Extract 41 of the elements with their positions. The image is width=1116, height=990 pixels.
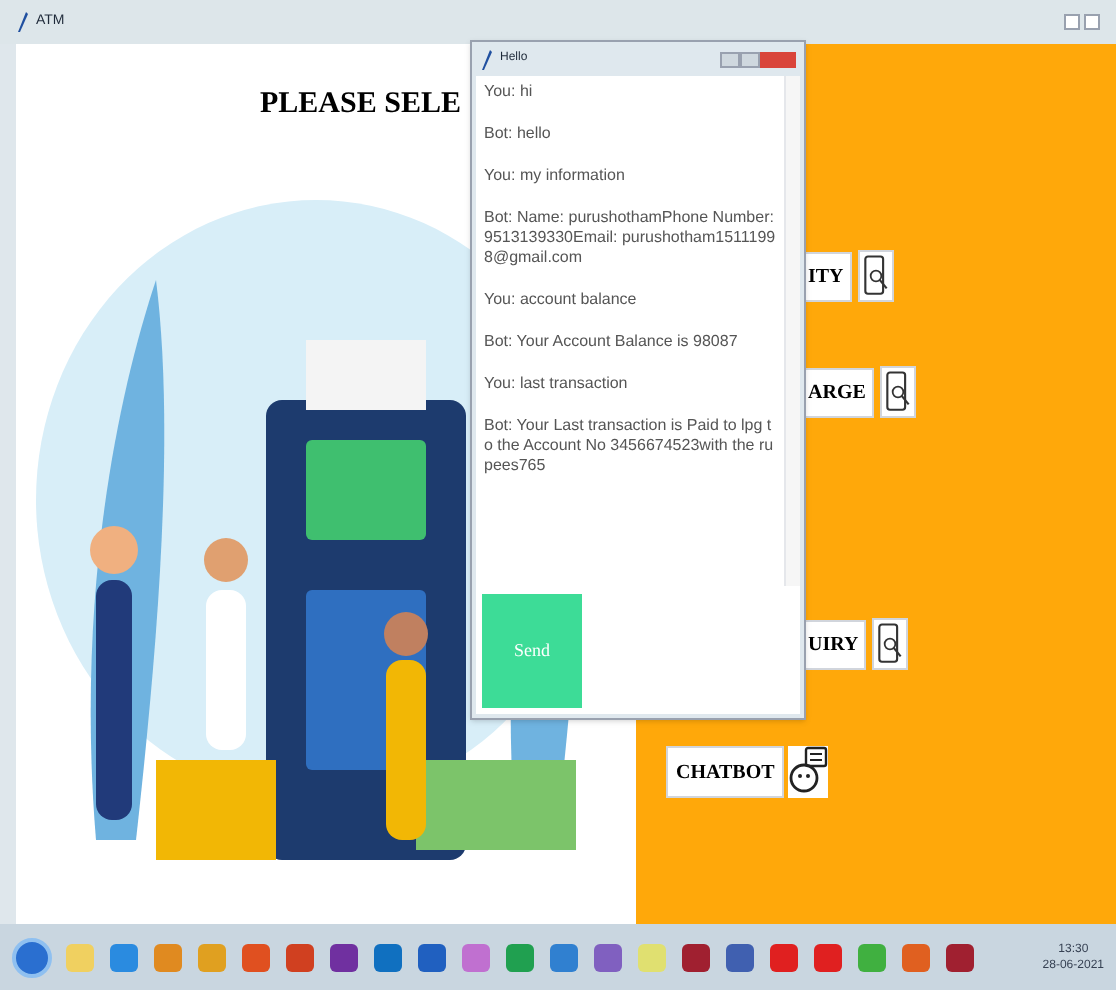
app-icon[interactable] xyxy=(680,939,712,975)
close-button[interactable] xyxy=(760,51,796,67)
chat-message: Bot: Your Last transaction is Paid to lpg to the Account No 3456674523with the rupees765 xyxy=(484,416,776,476)
phone-search-icon[interactable] xyxy=(879,366,916,418)
chat-message: Bot: hello xyxy=(484,124,553,144)
phone-search-icon[interactable] xyxy=(857,250,894,302)
maximize-button[interactable] xyxy=(740,51,760,67)
phone-search-icon[interactable] xyxy=(872,618,909,670)
app-icon[interactable] xyxy=(812,939,844,975)
robot-chat-icon[interactable] xyxy=(788,746,829,798)
app-icon[interactable] xyxy=(724,939,756,975)
app-icon[interactable] xyxy=(504,939,536,975)
feather-icon xyxy=(16,12,28,32)
option-button[interactable]: ARGE xyxy=(804,367,874,417)
chat-message: You: my information xyxy=(484,166,627,186)
chat-message: You: last transaction xyxy=(484,374,630,394)
app-icon[interactable] xyxy=(240,939,272,975)
minimize-button[interactable] xyxy=(720,51,740,67)
maximize-button[interactable] xyxy=(1084,14,1100,30)
chat-message: You: hi xyxy=(484,82,535,102)
option-button[interactable]: ITY xyxy=(804,251,852,301)
chat-message: Bot: Your Account Balance is 98087 xyxy=(484,332,740,352)
app-icon[interactable] xyxy=(372,939,404,975)
app-icon[interactable] xyxy=(768,939,800,975)
app-icon[interactable] xyxy=(592,939,624,975)
scrollbar[interactable] xyxy=(784,76,800,586)
app-icon[interactable] xyxy=(944,939,976,975)
app-icon[interactable] xyxy=(108,939,140,975)
minimize-button[interactable] xyxy=(1064,14,1080,30)
chatbot-button[interactable]: CHATBOT xyxy=(666,746,785,798)
app-icon[interactable] xyxy=(548,939,580,975)
option-button[interactable]: UIRY xyxy=(804,619,867,669)
chat-message: Bot: Name: purushothamPhone Number: 9513139330Email: purushotham15111998@gmail.com xyxy=(484,208,778,268)
app-icon[interactable] xyxy=(416,939,448,975)
chat-message: You: account balance xyxy=(484,290,639,310)
start-button[interactable] xyxy=(12,937,52,977)
app-icon[interactable] xyxy=(328,939,360,975)
app-icon[interactable] xyxy=(900,939,932,975)
heading: PLEASE SELE xyxy=(260,88,461,120)
app-icon[interactable] xyxy=(284,939,316,975)
feather-icon xyxy=(480,49,492,69)
